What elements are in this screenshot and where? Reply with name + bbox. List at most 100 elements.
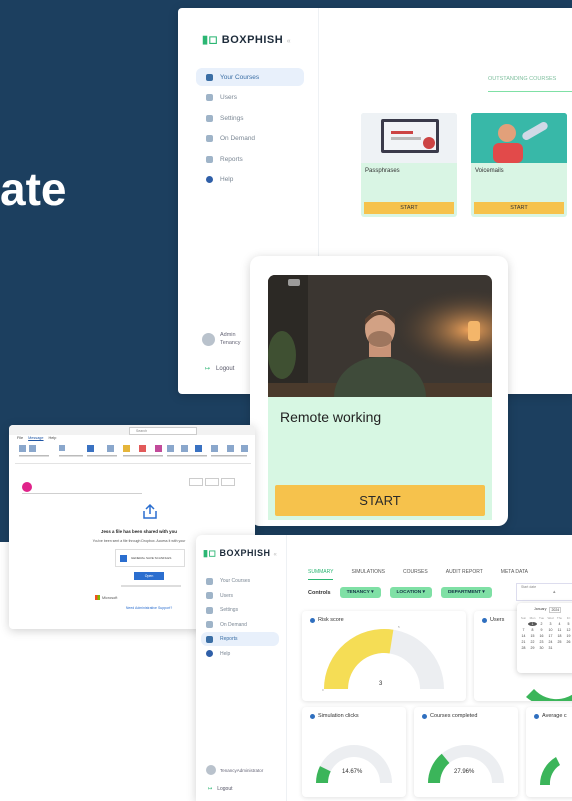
filter-label: DEPARTMENT <box>447 590 481 595</box>
avatar <box>206 765 216 775</box>
collapse-icon[interactable]: « <box>287 38 291 45</box>
calendar-day[interactable]: 12 <box>564 628 572 632</box>
calendar-header: January 2024 <box>534 607 562 613</box>
sidebar-item-your-courses[interactable]: Your Courses <box>196 68 304 86</box>
calendar-weekday: Mon <box>529 616 536 620</box>
calendar-day[interactable]: 26 <box>564 640 572 644</box>
sidebar-item-help[interactable]: Help <box>201 647 279 661</box>
course-card-passphrases[interactable]: Passphrases START <box>361 113 457 217</box>
logo-text: BOXPHISH <box>219 548 271 558</box>
calendar-day[interactable]: 9 <box>537 628 546 632</box>
calendar-day[interactable]: 22 <box>528 640 537 644</box>
calendar-month[interactable]: January <box>534 607 546 613</box>
forward-button[interactable] <box>221 478 235 486</box>
outstanding-courses-tab[interactable]: OUTSTANDING COURSES <box>488 76 572 92</box>
calendar-day[interactable]: 8 <box>528 628 537 632</box>
logout-button[interactable]: ↦ Logout <box>205 365 234 373</box>
collapse-icon[interactable]: « <box>273 552 277 558</box>
voicemails-illustration <box>471 113 567 163</box>
tab-summary[interactable]: SUMMARY <box>308 569 334 580</box>
tab-audit-report[interactable]: AUDIT REPORT <box>446 569 483 580</box>
calendar-day[interactable]: 17 <box>546 634 555 638</box>
calendar-day[interactable]: 25 <box>555 640 564 644</box>
microsoft-icon <box>95 595 100 600</box>
calendar-day[interactable]: 28 <box>519 646 528 650</box>
calendar-day[interactable]: 16 <box>537 634 546 638</box>
sidebar-item-help[interactable]: Help <box>196 171 304 189</box>
calendar-day[interactable]: 29 <box>528 646 537 650</box>
course-start-button[interactable]: START <box>474 202 564 214</box>
nav-label: Your Courses <box>220 578 251 584</box>
calendar-day[interactable]: 4 <box>555 622 564 626</box>
search-input[interactable]: Search <box>129 427 197 435</box>
sidebar-item-on-demand[interactable]: On Demand <box>201 618 279 632</box>
nav-label: Help <box>220 650 231 657</box>
calendar-year[interactable]: 2024 <box>549 607 562 613</box>
calendar-day[interactable]: 5 <box>564 622 572 626</box>
sidebar-item-reports[interactable]: Reports <box>196 150 304 168</box>
filter-label: LOCATION <box>396 590 422 595</box>
logo-text: BOXPHISH <box>221 34 284 46</box>
open-button[interactable]: Open <box>134 572 164 580</box>
reply-actions <box>189 478 235 486</box>
sidebar-item-on-demand[interactable]: On Demand <box>196 130 304 148</box>
calendar-day[interactable]: 30 <box>537 646 546 650</box>
dash-logo: ▮◻ BOXPHISH « <box>203 548 277 559</box>
course-start-button[interactable]: START <box>364 202 454 214</box>
calendar-day[interactable]: 23 <box>537 640 546 644</box>
sidebar-item-users[interactable]: Users <box>201 589 279 603</box>
filter-label: TENANCY <box>346 590 370 595</box>
calendar-day[interactable]: 3 <box>546 622 555 626</box>
courses-icon <box>206 73 213 81</box>
brand-text: Microsoft <box>102 595 118 600</box>
calendar-day[interactable]: 2 <box>537 622 546 626</box>
department-filter[interactable]: DEPARTMENT ▾ <box>440 587 492 598</box>
calendar-day[interactable]: 10 <box>546 628 555 632</box>
file-label: GENERAL SAVE SCANFILES <box>131 556 172 560</box>
logout-label: Logout <box>217 786 233 792</box>
calendar-day[interactable]: 31 <box>546 646 555 650</box>
course-illustration <box>471 113 567 163</box>
start-date-field[interactable]: Start date ▴ <box>516 583 572 601</box>
gear-icon <box>206 606 213 614</box>
courses-value: 27.96% <box>454 769 475 775</box>
calendar-grid: Sun Mon Tue Wed Thu Fri 1 2 3 4 5 7 8 9 10 11 12 14 15 16 17… <box>519 616 572 650</box>
calendar-day[interactable]: 1 <box>528 622 537 626</box>
tenancy-filter[interactable]: TENANCY ▾ <box>339 587 381 598</box>
sidebar-item-reports[interactable]: Reports <box>201 632 279 646</box>
calendar-day[interactable]: 21 <box>519 640 528 644</box>
calendar-day[interactable]: 19 <box>564 634 572 638</box>
chevron-down-icon: ▾ <box>371 590 374 595</box>
nav-label: Settings <box>220 607 239 613</box>
tab-simulations[interactable]: SIMULATIONS <box>351 569 385 580</box>
video-start-button[interactable]: START <box>275 485 485 516</box>
tab-meta-data[interactable]: META DATA <box>501 569 528 580</box>
courses-icon <box>206 577 213 585</box>
calendar-day[interactable]: 7 <box>519 628 528 632</box>
calendar-day[interactable]: 24 <box>546 640 555 644</box>
sidebar-item-settings[interactable]: Settings <box>196 109 304 127</box>
menu-help[interactable]: Help <box>49 436 57 440</box>
menu-message[interactable]: Message <box>28 436 43 440</box>
nav-label: Reports <box>220 155 243 163</box>
dash-logout-button[interactable]: ↦ Logout <box>208 786 233 792</box>
support-link[interactable]: Need Administrative Support? <box>109 606 189 610</box>
sidebar-item-settings[interactable]: Settings <box>201 603 279 617</box>
menu-file[interactable]: File <box>17 436 23 440</box>
sidebar-item-users[interactable]: Users <box>196 89 304 107</box>
reply-button[interactable] <box>189 478 203 486</box>
calendar-weekday: Wed <box>547 616 554 620</box>
sidebar-item-your-courses[interactable]: Your Courses <box>201 574 279 588</box>
tab-label: OUTSTANDING COURSES <box>488 76 557 82</box>
location-filter[interactable]: LOCATION ▾ <box>389 587 432 598</box>
calendar-day[interactable]: 14 <box>519 634 528 638</box>
reply-all-button[interactable] <box>205 478 219 486</box>
video-thumbnail[interactable] <box>268 275 492 397</box>
calendar-day[interactable]: 18 <box>555 634 564 638</box>
tab-courses[interactable]: COURSES <box>403 569 428 580</box>
calendar-day[interactable]: 15 <box>528 634 537 638</box>
shared-file-box[interactable]: GENERAL SAVE SCANFILES <box>115 549 185 567</box>
app-logo: ▮◻ BOXPHISH « <box>202 33 291 46</box>
course-card-voicemails[interactable]: Voicemails START <box>471 113 567 217</box>
calendar-day[interactable]: 11 <box>555 628 564 632</box>
